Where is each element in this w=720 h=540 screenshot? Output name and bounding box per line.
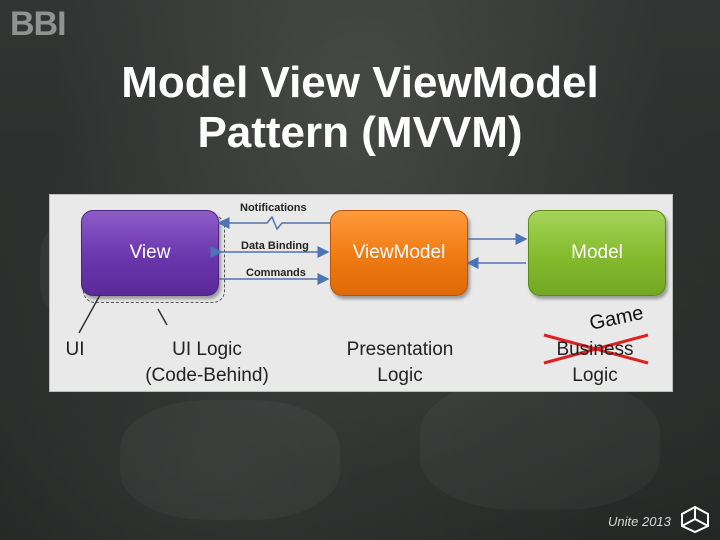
- slide-title: Model View ViewModel Pattern (MVVM): [0, 58, 720, 158]
- ui-logic-line-2: (Code-Behind): [145, 365, 269, 386]
- business-logic-label: Business Logic: [540, 337, 650, 389]
- background-shape: [120, 400, 340, 520]
- presentation-line-1: Presentation: [346, 339, 454, 360]
- data-binding-label: Data Binding: [241, 240, 309, 252]
- notifications-arrow: [217, 215, 330, 231]
- business-line-1: Business: [556, 339, 634, 360]
- business-line-2: Logic: [572, 365, 618, 386]
- unity-logo-icon: [681, 505, 709, 533]
- notifications-label: Notifications: [240, 202, 307, 214]
- title-line-1: Model View ViewModel: [121, 58, 599, 107]
- mvvm-diagram: View ViewModel Model Notifications Data …: [49, 194, 673, 392]
- ui-label: UI: [65, 339, 85, 360]
- event-label: Unite 2013: [608, 514, 671, 529]
- ui-pointer: [78, 294, 101, 334]
- background-shape: [420, 380, 660, 510]
- commands-label: Commands: [246, 267, 306, 279]
- presentation-logic-label: Presentation Logic: [330, 337, 470, 389]
- ui-logic-pointer: [157, 308, 168, 326]
- ui-logic-label: UI Logic (Code-Behind): [132, 337, 282, 389]
- title-line-2: Pattern (MVVM): [197, 108, 523, 157]
- presentation-line-2: Logic: [377, 365, 423, 386]
- ui-logic-line-1: UI Logic: [172, 339, 242, 360]
- bbi-logo: BBI: [10, 5, 67, 43]
